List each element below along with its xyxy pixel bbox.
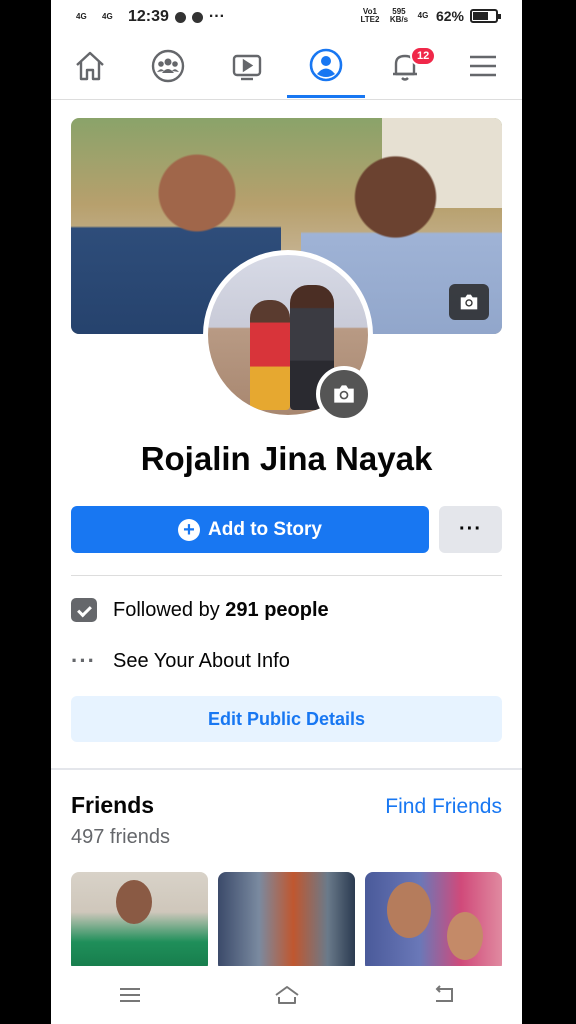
video-icon bbox=[232, 54, 262, 81]
divider bbox=[71, 575, 502, 576]
battery-percent: 62% bbox=[435, 8, 464, 24]
followed-by-count: 291 people bbox=[225, 598, 329, 621]
phone-screen: 4G 4G 12:39 ··· Vo1 LTE2 595 KB/s 4G 62% bbox=[51, 0, 522, 1024]
profile-name: Rojalin Jina Nayak bbox=[140, 440, 433, 477]
nav-home[interactable] bbox=[51, 34, 129, 98]
menu-icon bbox=[470, 55, 496, 77]
back-icon[interactable] bbox=[430, 981, 458, 1009]
friend-face bbox=[116, 880, 152, 924]
section-separator bbox=[51, 768, 522, 770]
find-friends-link[interactable]: Find Friends bbox=[385, 795, 502, 819]
status-time: 12:39 bbox=[128, 8, 169, 25]
menu-lines-icon[interactable] bbox=[116, 981, 144, 1009]
status-bar: 4G 4G 12:39 ··· Vo1 LTE2 595 KB/s 4G 62% bbox=[51, 0, 522, 34]
add-to-story-label: Add to Story bbox=[208, 518, 322, 540]
nav-notifications[interactable]: 12 bbox=[366, 34, 444, 98]
edit-cover-button[interactable] bbox=[449, 284, 489, 320]
nav-profile[interactable] bbox=[287, 34, 365, 98]
volte-indicator: Vo1 LTE2 bbox=[360, 7, 380, 24]
nav-watch[interactable] bbox=[208, 34, 286, 98]
home-icon bbox=[76, 51, 104, 81]
friend-face bbox=[387, 882, 431, 938]
nav-menu[interactable] bbox=[444, 34, 522, 98]
status-left: 4G 4G 12:39 ··· bbox=[76, 8, 225, 26]
add-to-story-button[interactable]: + Add to Story bbox=[71, 506, 429, 553]
friend-thumbnail[interactable] bbox=[71, 872, 208, 972]
system-navigation-bar bbox=[51, 966, 522, 1024]
friend-face bbox=[447, 912, 483, 960]
network-speed: 595 KB/s bbox=[389, 7, 409, 24]
home-outline-icon[interactable] bbox=[273, 981, 301, 1009]
top-nav: 12 bbox=[51, 34, 522, 100]
camera-icon bbox=[334, 385, 354, 403]
message-icon bbox=[191, 11, 203, 23]
camera-icon bbox=[460, 294, 478, 310]
more-options-button[interactable]: ··· bbox=[439, 506, 502, 553]
edit-public-details-button[interactable]: Edit Public Details bbox=[71, 696, 502, 742]
signal-1: 4G bbox=[76, 12, 87, 21]
friends-count: 497 friends bbox=[71, 826, 170, 848]
data-saver-icon bbox=[174, 11, 186, 23]
followers-row[interactable]: Followed by 291 people bbox=[71, 598, 329, 622]
friend-thumbnail[interactable] bbox=[218, 872, 355, 972]
followers-icon bbox=[71, 598, 97, 622]
followed-by-prefix: Followed by bbox=[113, 598, 226, 621]
see-about-info-label: See Your About Info bbox=[113, 649, 290, 672]
more-dots-icon: ··· bbox=[71, 648, 96, 673]
network-type: 4G bbox=[417, 11, 429, 20]
friends-title: Friends bbox=[71, 792, 155, 818]
groups-icon bbox=[151, 49, 185, 83]
battery-icon bbox=[470, 9, 501, 23]
edit-profile-picture-button[interactable] bbox=[316, 366, 372, 422]
see-about-info-row[interactable]: ··· See Your About Info bbox=[71, 648, 290, 674]
friend-thumbnail[interactable] bbox=[365, 872, 502, 972]
avatar-person-left bbox=[250, 300, 290, 410]
signal-2: 4G bbox=[102, 12, 113, 21]
plus-icon: + bbox=[178, 518, 200, 541]
more-notifications-indicator: ··· bbox=[208, 8, 225, 25]
notification-badge: 12 bbox=[410, 46, 437, 66]
nav-groups[interactable] bbox=[129, 34, 207, 98]
status-right: Vo1 LTE2 595 KB/s 4G 62% bbox=[358, 7, 501, 24]
profile-icon bbox=[309, 48, 343, 81]
